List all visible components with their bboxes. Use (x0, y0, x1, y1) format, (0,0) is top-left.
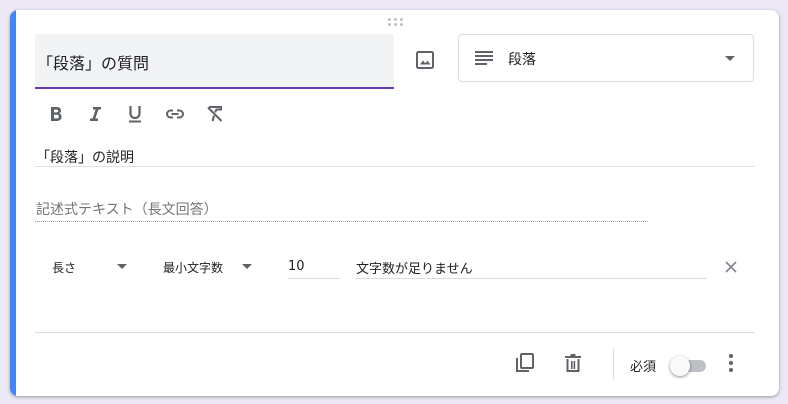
add-image-button[interactable] (413, 48, 437, 72)
more-options-icon[interactable] (723, 351, 739, 375)
bold-button[interactable] (45, 103, 67, 125)
footer-divider (35, 332, 755, 333)
lines-icon (475, 51, 493, 65)
validation-number-input[interactable]: 10 (288, 259, 305, 274)
answer-underline (35, 221, 648, 222)
validation-type-select[interactable]: 長さ (52, 259, 76, 276)
delete-button[interactable] (561, 351, 585, 375)
clear-format-button[interactable] (204, 103, 226, 125)
link-icon (165, 109, 185, 119)
clear-format-icon (207, 106, 223, 122)
question-description[interactable]: 「段落」の説明 (36, 147, 134, 167)
number-input-underline (288, 278, 340, 279)
italic-button[interactable] (84, 103, 106, 125)
question-type-dropdown[interactable]: 段落 (458, 34, 754, 82)
remove-validation-button[interactable] (723, 259, 739, 275)
question-title-field[interactable]: 「段落」の質問 (35, 34, 394, 89)
underline-button[interactable] (124, 103, 146, 125)
copy-icon (516, 353, 534, 372)
chevron-down-icon[interactable] (242, 264, 252, 269)
image-icon (416, 51, 434, 69)
question-title-text: 「段落」の質問 (37, 54, 150, 73)
chevron-down-icon[interactable] (117, 264, 127, 269)
close-icon (725, 261, 737, 273)
drag-handle-icon[interactable] (387, 17, 403, 27)
validation-operator-select[interactable]: 最小文字数 (163, 259, 223, 276)
duplicate-button[interactable] (513, 351, 537, 375)
required-toggle[interactable] (670, 356, 706, 376)
answer-placeholder: 記述式テキスト（長文回答） (36, 202, 218, 218)
italic-icon (90, 107, 101, 121)
link-button[interactable] (164, 103, 186, 125)
bold-icon (51, 107, 62, 121)
active-card-indicator (10, 10, 16, 396)
underline-icon (129, 106, 141, 123)
validation-error-text-input[interactable]: 文字数が足りません (356, 258, 473, 277)
question-type-label: 段落 (508, 52, 536, 68)
footer-vertical-divider (613, 348, 614, 380)
chevron-down-icon (725, 56, 735, 61)
question-card[interactable]: 「段落」の質問 段落 「段落」の説明 記述式テキスト（長文回答） 長さ 最小文字… (10, 10, 779, 396)
required-label: 必須 (630, 360, 657, 375)
toggle-thumb (670, 356, 690, 376)
trash-icon (565, 354, 581, 372)
description-underline (35, 166, 755, 167)
error-input-underline (356, 278, 707, 279)
